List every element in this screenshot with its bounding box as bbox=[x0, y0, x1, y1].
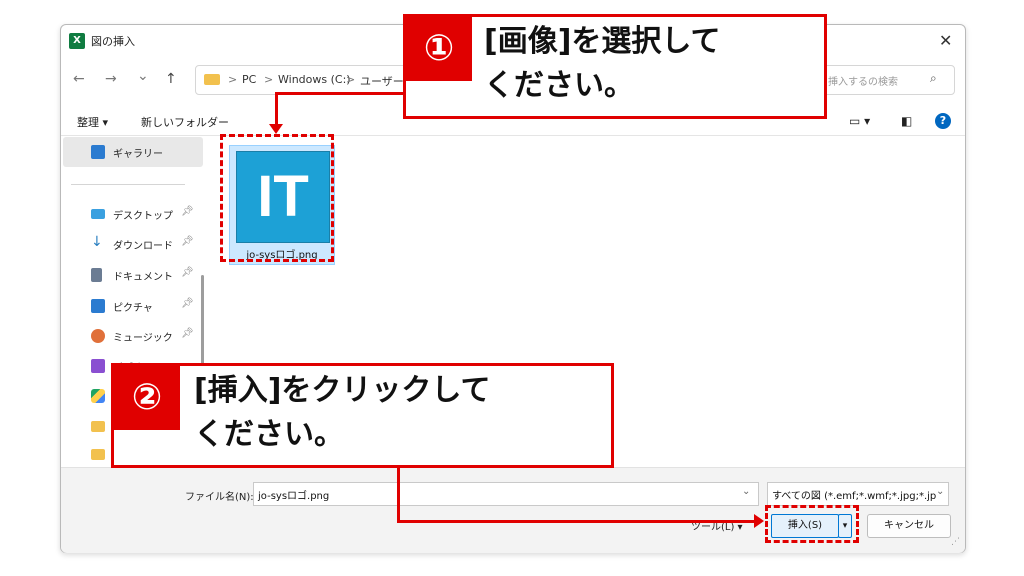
breadcrumb-separator: > bbox=[228, 73, 238, 86]
pin-icon: 📌︎ bbox=[181, 236, 194, 247]
recent-locations-chevron-icon[interactable]: ⌄ bbox=[137, 68, 149, 84]
desktop-icon bbox=[91, 209, 105, 219]
breadcrumb-pc[interactable]: PC bbox=[242, 73, 256, 86]
connector-line bbox=[397, 520, 757, 523]
step-number-badge: ② bbox=[114, 366, 180, 430]
pin-icon: 📌︎ bbox=[181, 206, 194, 217]
step-number-badge: ① bbox=[406, 17, 472, 81]
sidebar-item-label: ピクチャ bbox=[113, 303, 153, 314]
pin-icon: 📌︎ bbox=[181, 328, 194, 339]
music-icon bbox=[91, 329, 105, 343]
breadcrumb-separator: > bbox=[264, 73, 274, 86]
up-arrow-icon[interactable]: ↑ bbox=[165, 71, 177, 87]
forward-arrow-icon[interactable]: → bbox=[105, 71, 117, 87]
sidebar-divider bbox=[71, 184, 185, 185]
connector-line bbox=[275, 92, 403, 95]
folder-icon bbox=[204, 74, 220, 85]
pin-icon: 📌︎ bbox=[181, 298, 194, 309]
callout-step-2: ② [挿入]をクリックして ください。 bbox=[111, 363, 614, 468]
breadcrumb-user[interactable]: ユーザー bbox=[360, 73, 404, 89]
cancel-button[interactable]: キャンセル bbox=[867, 514, 951, 538]
sidebar-item-label: ドキュメント bbox=[113, 272, 173, 283]
connector-line bbox=[397, 465, 400, 523]
filename-label: ファイル名(N): bbox=[185, 492, 254, 503]
file-highlight-box bbox=[220, 134, 334, 262]
pin-icon: 📌︎ bbox=[181, 267, 194, 278]
chevron-down-icon[interactable]: ⌄ bbox=[936, 486, 945, 497]
back-arrow-icon[interactable]: ← bbox=[73, 71, 85, 87]
window-title: 図の挿入 bbox=[91, 35, 135, 48]
folder-icon bbox=[91, 421, 105, 432]
download-icon: ↓ bbox=[91, 234, 103, 250]
excel-app-icon: X bbox=[69, 33, 85, 49]
sidebar-item-label: ダウンロード bbox=[113, 241, 173, 252]
filename-value: jo-sysロゴ.png bbox=[258, 491, 330, 502]
arrow-right-icon bbox=[754, 514, 764, 528]
chevron-down-icon[interactable]: ⌄ bbox=[742, 486, 750, 497]
callout-text-line2: ください。 bbox=[194, 417, 344, 452]
gallery-icon bbox=[91, 145, 105, 159]
breadcrumb-separator: > bbox=[346, 73, 356, 86]
document-icon bbox=[91, 268, 102, 282]
callout-step-1: ① [画像]を選択して ください。 bbox=[403, 14, 827, 119]
folder-icon bbox=[91, 449, 105, 460]
video-icon bbox=[91, 359, 105, 373]
preview-pane-icon[interactable]: ◧ bbox=[901, 114, 912, 128]
google-drive-icon bbox=[91, 389, 105, 403]
help-icon[interactable]: ? bbox=[935, 113, 951, 129]
insert-button-highlight-box bbox=[765, 505, 859, 543]
callout-text-line1: [挿入]をクリックして bbox=[194, 373, 491, 408]
filename-field[interactable]: jo-sysロゴ.png ⌄ bbox=[253, 482, 759, 506]
view-options-icon[interactable]: ▭ ▾ bbox=[849, 114, 870, 128]
callout-text-line2: ください。 bbox=[484, 68, 634, 103]
sidebar-item-label: ミュージック bbox=[113, 333, 173, 344]
file-type-value: すべての図 (*.emf;*.wmf;*.jpg;*.jp bbox=[772, 491, 937, 502]
organize-menu[interactable]: 整理 ▾ bbox=[77, 114, 108, 130]
sidebar-item-label: デスクトップ bbox=[113, 211, 173, 222]
breadcrumb-windows-c[interactable]: Windows (C:) bbox=[278, 73, 351, 86]
pictures-icon bbox=[91, 299, 105, 313]
close-icon[interactable]: ✕ bbox=[939, 31, 952, 50]
callout-text-line1: [画像]を選択して bbox=[484, 24, 721, 59]
sidebar-item-label: ギャラリー bbox=[113, 149, 163, 160]
arrow-down-icon bbox=[269, 124, 283, 134]
file-type-select[interactable]: すべての図 (*.emf;*.wmf;*.jpg;*.jp ⌄ bbox=[767, 482, 949, 506]
search-icon: ⌕ bbox=[930, 71, 937, 85]
new-folder-button[interactable]: 新しいフォルダー bbox=[141, 114, 229, 130]
resize-grip-icon[interactable]: ⋰ bbox=[951, 537, 960, 547]
